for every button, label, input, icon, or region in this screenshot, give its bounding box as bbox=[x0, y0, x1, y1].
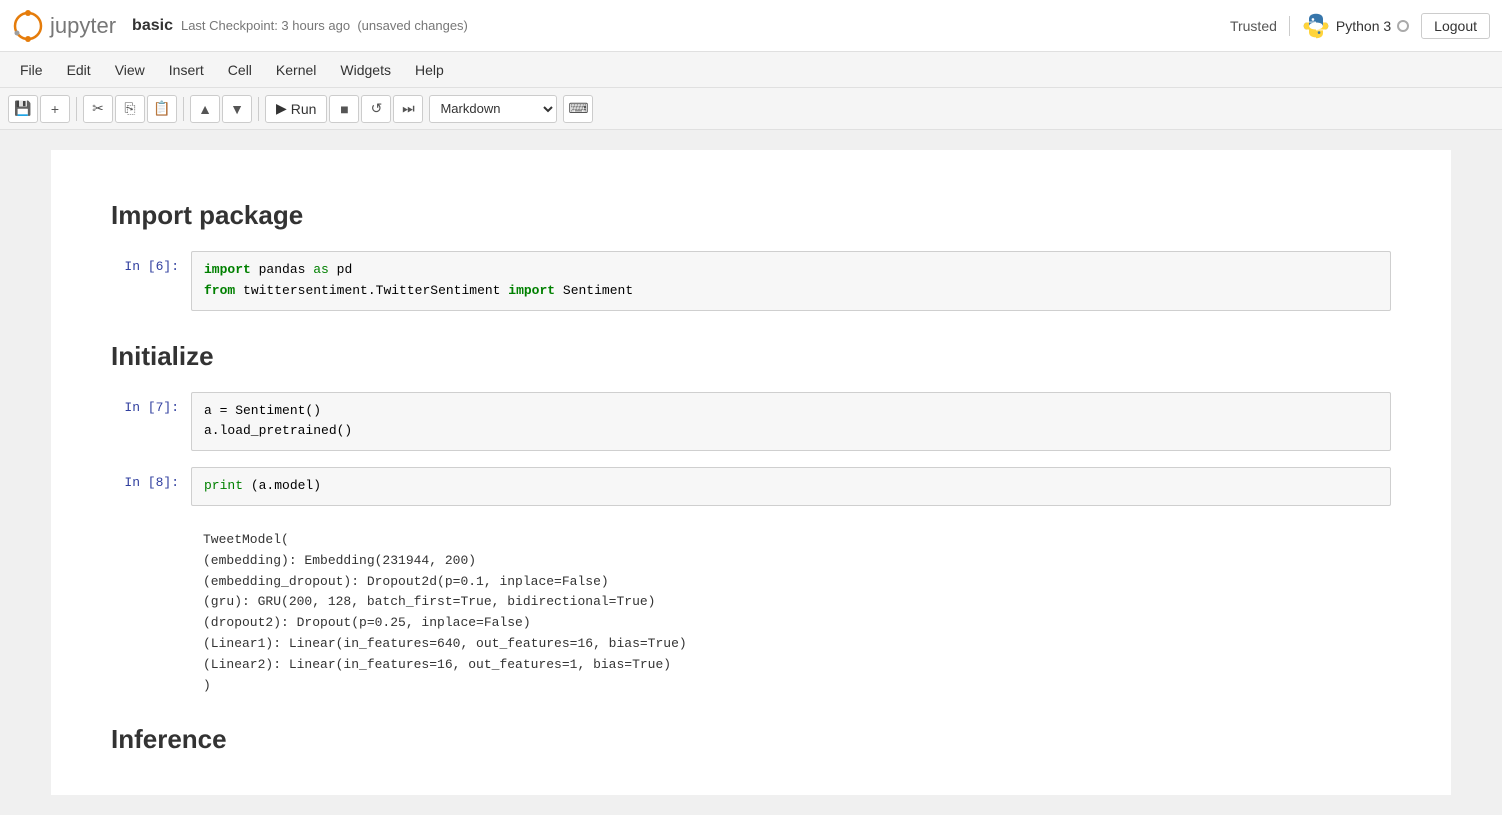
initialize-heading: Initialize bbox=[111, 341, 1391, 372]
twitter-module: twittersentiment.TwitterSentiment bbox=[243, 283, 508, 298]
main-content: Import package In [6]: import pandas as … bbox=[0, 130, 1502, 815]
output-line-3: (embedding_dropout): Dropout2d(p=0.1, in… bbox=[203, 572, 1391, 593]
menu-cell[interactable]: Cell bbox=[216, 58, 264, 82]
cell-7-line-2: a.load_pretrained() bbox=[204, 421, 1378, 442]
pd-alias: pd bbox=[337, 262, 353, 277]
jupyter-logo: jupyter bbox=[12, 10, 116, 42]
menubar: File Edit View Insert Cell Kernel Widget… bbox=[0, 52, 1502, 88]
menu-file[interactable]: File bbox=[8, 58, 55, 82]
python-logo-icon bbox=[1302, 12, 1330, 40]
move-up-button[interactable]: ▲ bbox=[190, 95, 220, 123]
kernel-separator bbox=[1289, 16, 1290, 36]
menu-kernel[interactable]: Kernel bbox=[264, 58, 328, 82]
cell-7-input[interactable]: a = Sentiment() a.load_pretrained() bbox=[191, 392, 1391, 452]
pandas-module: pandas bbox=[259, 262, 314, 277]
cell-6-input[interactable]: import pandas as pd from twittersentimen… bbox=[191, 251, 1391, 311]
output-line-6: (Linear1): Linear(in_features=640, out_f… bbox=[203, 634, 1391, 655]
toolbar-separator-2 bbox=[183, 97, 184, 121]
output-line-1: TweetModel( bbox=[203, 530, 1391, 551]
cell-type-select[interactable]: Markdown Code Raw NBConvert Heading bbox=[429, 95, 557, 123]
print-keyword: print bbox=[204, 478, 243, 493]
checkpoint-info: Last Checkpoint: 3 hours ago (unsaved ch… bbox=[181, 18, 468, 33]
kernel-status: Python 3 bbox=[1302, 12, 1409, 40]
cell-8: In [8]: print (a.model) bbox=[111, 467, 1391, 506]
menu-help[interactable]: Help bbox=[403, 58, 456, 82]
from-keyword: from bbox=[204, 283, 235, 298]
import-heading: Import package bbox=[111, 200, 1391, 231]
run-icon: ▶ bbox=[276, 100, 287, 117]
import-keyword: import bbox=[204, 262, 251, 277]
cell-6-line-2: from twittersentiment.TwitterSentiment i… bbox=[204, 281, 1378, 302]
paste-button[interactable]: 📋 bbox=[147, 95, 177, 123]
output-line-5: (dropout2): Dropout(p=0.25, inplace=Fals… bbox=[203, 613, 1391, 634]
as-keyword: as bbox=[313, 262, 329, 277]
notebook-name[interactable]: basic bbox=[132, 17, 173, 35]
cell-6: In [6]: import pandas as pd from twitter… bbox=[111, 251, 1391, 311]
add-cell-button[interactable]: + bbox=[40, 95, 70, 123]
copy-button[interactable]: ⎘ bbox=[115, 95, 145, 123]
run-button[interactable]: ▶ Run bbox=[265, 95, 327, 123]
interrupt-button[interactable]: ■ bbox=[329, 95, 359, 123]
inference-heading: Inference bbox=[111, 724, 1391, 755]
cell-7-line-1: a = Sentiment() bbox=[204, 401, 1378, 422]
run-label: Run bbox=[291, 101, 317, 117]
output-line-7: (Linear2): Linear(in_features=16, out_fe… bbox=[203, 655, 1391, 676]
cell-7-prompt: In [7]: bbox=[111, 392, 191, 415]
restart-run-button[interactable]: ⏭ bbox=[393, 95, 423, 123]
cell-6-prompt: In [6]: bbox=[111, 251, 191, 274]
kernel-name-label: Python 3 bbox=[1336, 18, 1391, 34]
kernel-circle-icon bbox=[1397, 20, 1409, 32]
jupyter-wordmark: jupyter bbox=[50, 13, 116, 39]
print-arg: (a.model) bbox=[251, 478, 321, 493]
header-right: Trusted Python 3 Logout bbox=[1230, 12, 1490, 40]
move-down-button[interactable]: ▼ bbox=[222, 95, 252, 123]
output-line-4: (gru): GRU(200, 128, batch_first=True, b… bbox=[203, 592, 1391, 613]
save-button[interactable]: 💾 bbox=[8, 95, 38, 123]
jupyter-logo-icon bbox=[12, 10, 44, 42]
output-line-8: ) bbox=[203, 676, 1391, 697]
toolbar: 💾 + ✂ ⎘ 📋 ▲ ▼ ▶ Run ■ ↺ ⏭ Markdown Code … bbox=[0, 88, 1502, 130]
cell-8-output: TweetModel( (embedding): Embedding(23194… bbox=[111, 522, 1391, 704]
trusted-label: Trusted bbox=[1230, 18, 1277, 34]
logout-button[interactable]: Logout bbox=[1421, 13, 1490, 39]
cell-8-input[interactable]: print (a.model) bbox=[191, 467, 1391, 506]
keyboard-shortcuts-button[interactable]: ⌨ bbox=[563, 95, 593, 123]
cell-7: In [7]: a = Sentiment() a.load_pretraine… bbox=[111, 392, 1391, 452]
restart-button[interactable]: ↺ bbox=[361, 95, 391, 123]
toolbar-separator-3 bbox=[258, 97, 259, 121]
header: jupyter basic Last Checkpoint: 3 hours a… bbox=[0, 0, 1502, 52]
cell-8-prompt: In [8]: bbox=[111, 467, 191, 490]
menu-widgets[interactable]: Widgets bbox=[328, 58, 403, 82]
cell-6-line-1: import pandas as pd bbox=[204, 260, 1378, 281]
import-keyword-2: import bbox=[508, 283, 555, 298]
cut-button[interactable]: ✂ bbox=[83, 95, 113, 123]
menu-insert[interactable]: Insert bbox=[157, 58, 216, 82]
menu-edit[interactable]: Edit bbox=[55, 58, 103, 82]
cell-8-output-text: TweetModel( (embedding): Embedding(23194… bbox=[191, 522, 1391, 704]
notebook-container: Import package In [6]: import pandas as … bbox=[51, 150, 1451, 795]
output-line-2: (embedding): Embedding(231944, 200) bbox=[203, 551, 1391, 572]
cell-8-line-1: print (a.model) bbox=[204, 476, 1378, 497]
menu-view[interactable]: View bbox=[103, 58, 157, 82]
toolbar-separator-1 bbox=[76, 97, 77, 121]
sentiment-class: Sentiment bbox=[563, 283, 633, 298]
